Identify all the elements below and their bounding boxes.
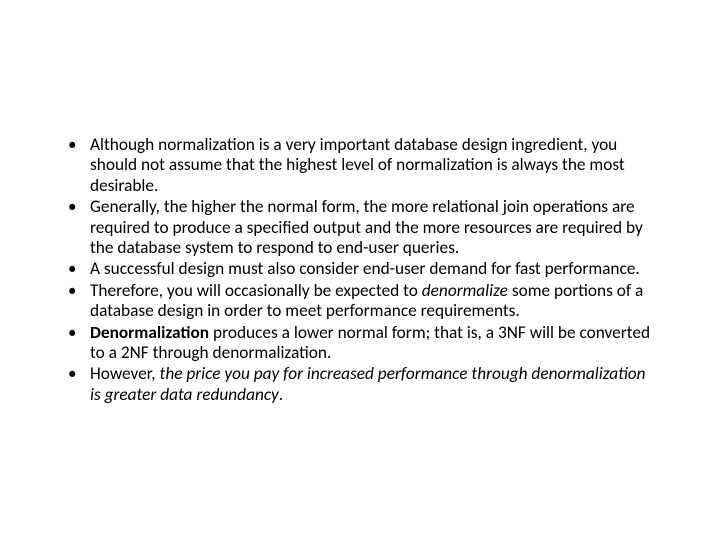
bullet-text: A successful design must also consider e… xyxy=(90,258,640,279)
list-item: However, the price you pay for increased… xyxy=(60,364,660,405)
bullet-text-pre: However, xyxy=(90,363,160,384)
slide: Although normalization is a very importa… xyxy=(0,0,720,540)
bullet-text: Although normalization is a very importa… xyxy=(90,134,625,196)
list-item: A successful design must also consider e… xyxy=(60,259,660,279)
bullet-list: Although normalization is a very importa… xyxy=(60,135,660,405)
bullet-text: Generally, the higher the normal form, t… xyxy=(90,196,643,258)
bullet-text-italic: denormalize xyxy=(422,280,508,301)
list-item: Therefore, you will occasionally be expe… xyxy=(60,281,660,322)
bullet-text-post: . xyxy=(279,384,283,405)
bullet-text-bold: Denormalization xyxy=(90,322,209,343)
bullet-text-pre: Therefore, you will occasionally be expe… xyxy=(90,280,422,301)
bullet-text-italic: the price you pay for increased performa… xyxy=(90,363,646,404)
list-item: Denormalization produces a lower normal … xyxy=(60,323,660,364)
list-item: Although normalization is a very importa… xyxy=(60,135,660,196)
list-item: Generally, the higher the normal form, t… xyxy=(60,197,660,258)
